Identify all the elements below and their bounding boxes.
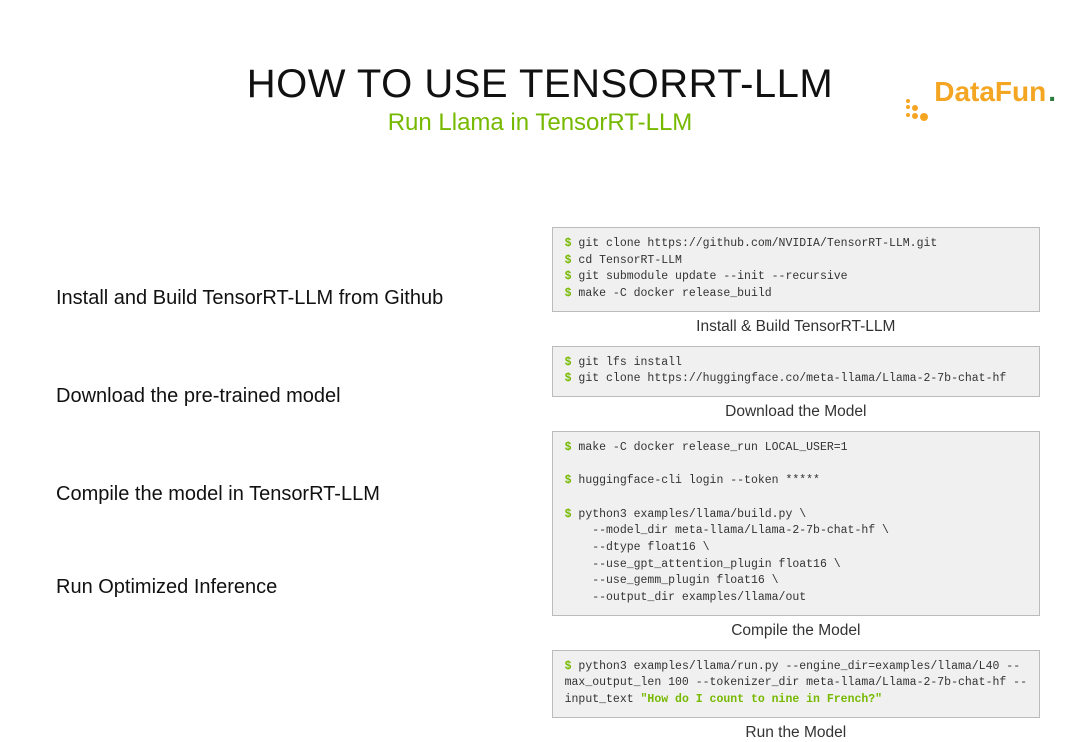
code-install: $ git clone https://github.com/NVIDIA/Te…	[552, 227, 1040, 312]
code-line: --use_gpt_attention_plugin float16 \	[565, 558, 841, 571]
prompt: $	[565, 254, 579, 267]
prompt: $	[565, 287, 579, 300]
code-line: max_output_len 100 --tokenizer_dir meta-…	[565, 676, 1027, 689]
code-line: make -C docker release_build	[578, 287, 771, 300]
code-compile: $ make -C docker release_run LOCAL_USER=…	[552, 431, 1040, 616]
code-line: python3 examples/llama/run.py --engine_d…	[578, 660, 1020, 673]
prompt: $	[565, 356, 579, 369]
prompt: $	[565, 270, 579, 283]
code-line: --use_gemm_plugin float16 \	[565, 574, 779, 587]
caption-run: Run the Model	[552, 724, 1040, 742]
code-line: git clone https://github.com/NVIDIA/Tens…	[578, 237, 937, 250]
code-run: $ python3 examples/llama/run.py --engine…	[552, 650, 1040, 718]
content-area: Install and Build TensorRT-LLM from Gith…	[0, 227, 1080, 742]
prompt: $	[565, 441, 579, 454]
code-line: cd TensorRT-LLM	[578, 254, 682, 267]
caption-download: Download the Model	[552, 403, 1040, 421]
code-line: python3 examples/llama/build.py \	[578, 508, 806, 521]
logo-dots-icon	[906, 99, 928, 121]
code-line: git clone https://huggingface.co/meta-ll…	[578, 372, 1006, 385]
logo-text: DataFun	[934, 76, 1046, 108]
prompt: $	[565, 660, 579, 673]
code-string: "How do I count to nine in French?"	[641, 693, 883, 706]
code-line: huggingface-cli login --token *****	[578, 474, 820, 487]
code-line: --model_dir meta-llama/Llama-2-7b-chat-h…	[565, 524, 889, 537]
code-line: make -C docker release_run LOCAL_USER=1	[578, 441, 847, 454]
step-compile: Compile the model in TensorRT-LLM	[56, 483, 552, 506]
code-line: input_text	[565, 693, 641, 706]
code-line: git submodule update --init --recursive	[578, 270, 847, 283]
caption-install: Install & Build TensorRT-LLM	[552, 318, 1040, 336]
prompt: $	[565, 508, 579, 521]
prompt: $	[565, 237, 579, 250]
code-download: $ git lfs install $ git clone https://hu…	[552, 346, 1040, 397]
step-install: Install and Build TensorRT-LLM from Gith…	[56, 287, 552, 310]
code-line: --output_dir examples/llama/out	[565, 591, 807, 604]
step-download: Download the pre-trained model	[56, 385, 552, 408]
prompt: $	[565, 372, 579, 385]
logo-dot: .	[1048, 76, 1056, 108]
prompt: $	[565, 474, 579, 487]
datafun-logo: DataFun .	[906, 76, 1056, 119]
caption-compile: Compile the Model	[552, 622, 1040, 640]
step-run: Run Optimized Inference	[56, 576, 552, 599]
code-line: --dtype float16 \	[565, 541, 710, 554]
steps-column: Install and Build TensorRT-LLM from Gith…	[56, 227, 552, 742]
code-column: $ git clone https://github.com/NVIDIA/Te…	[552, 227, 1040, 742]
code-line: git lfs install	[578, 356, 682, 369]
